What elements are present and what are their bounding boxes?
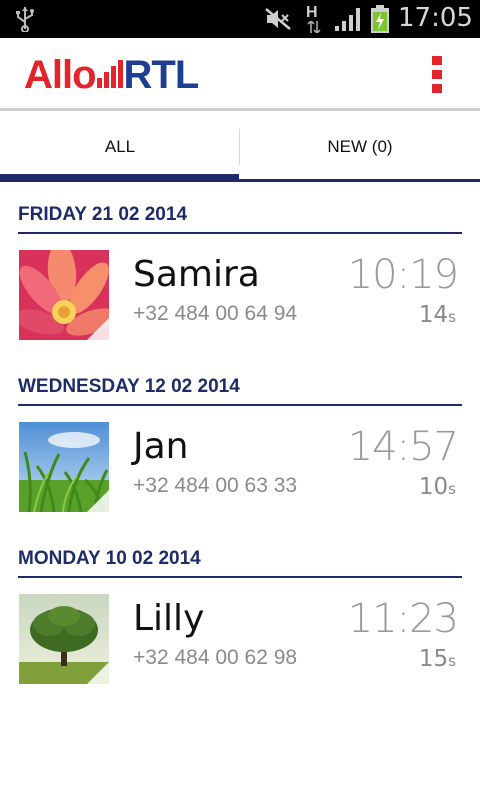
call-time: 10:19	[347, 252, 459, 298]
phone-number: +32 484 00 63 33	[133, 474, 298, 497]
date-header: WEDNESDAY 12 02 2014	[18, 370, 462, 406]
network-label: H	[306, 4, 318, 21]
app-bar: Allo RTL	[0, 38, 480, 111]
contact-name: Lilly	[133, 598, 205, 639]
call-row-lilly[interactable]: Lilly +32 484 00 62 98 11:23 15s	[0, 594, 480, 694]
contact-name: Jan	[133, 426, 189, 467]
contact-photo-lilly	[19, 594, 109, 684]
call-row-jan[interactable]: Jan +32 484 00 63 33 14:57 10s	[0, 422, 480, 522]
tab-active-indicator	[0, 174, 239, 182]
call-duration: 14s	[418, 302, 456, 328]
tab-new[interactable]: NEW (0)	[240, 111, 480, 182]
network-h-icon: H	[303, 4, 323, 34]
call-duration: 15s	[418, 646, 456, 672]
date-header: FRIDAY 21 02 2014	[18, 198, 462, 234]
contact-photo-jan	[19, 422, 109, 512]
usb-icon	[16, 7, 34, 32]
logo-text-allo: Allo	[24, 53, 97, 97]
tab-bar: ALL NEW (0)	[0, 111, 480, 182]
call-duration: 10s	[418, 474, 456, 500]
status-bar: H 17:05	[0, 0, 480, 38]
logo-bars-icon	[96, 60, 123, 88]
call-row-samira[interactable]: Samira +32 484 00 64 94 10:19 14s	[0, 250, 480, 350]
call-time: 11:23	[347, 596, 459, 642]
phone-number: +32 484 00 62 98	[133, 646, 298, 669]
tab-baseline	[239, 179, 480, 182]
battery-charging-icon	[371, 5, 389, 33]
phone-number: +32 484 00 64 94	[133, 302, 298, 325]
contact-name: Samira	[133, 254, 260, 295]
overflow-menu-icon[interactable]	[428, 56, 448, 94]
signal-icon	[335, 8, 360, 31]
date-header: MONDAY 10 02 2014	[18, 542, 462, 578]
contact-photo-samira	[19, 250, 109, 340]
mute-icon	[265, 8, 291, 30]
call-time: 14:57	[347, 424, 459, 470]
app-logo: Allo RTL	[24, 53, 200, 97]
clock: 17:05	[398, 3, 473, 33]
logo-text-rtl: RTL	[123, 53, 200, 97]
tab-all[interactable]: ALL	[0, 111, 240, 182]
